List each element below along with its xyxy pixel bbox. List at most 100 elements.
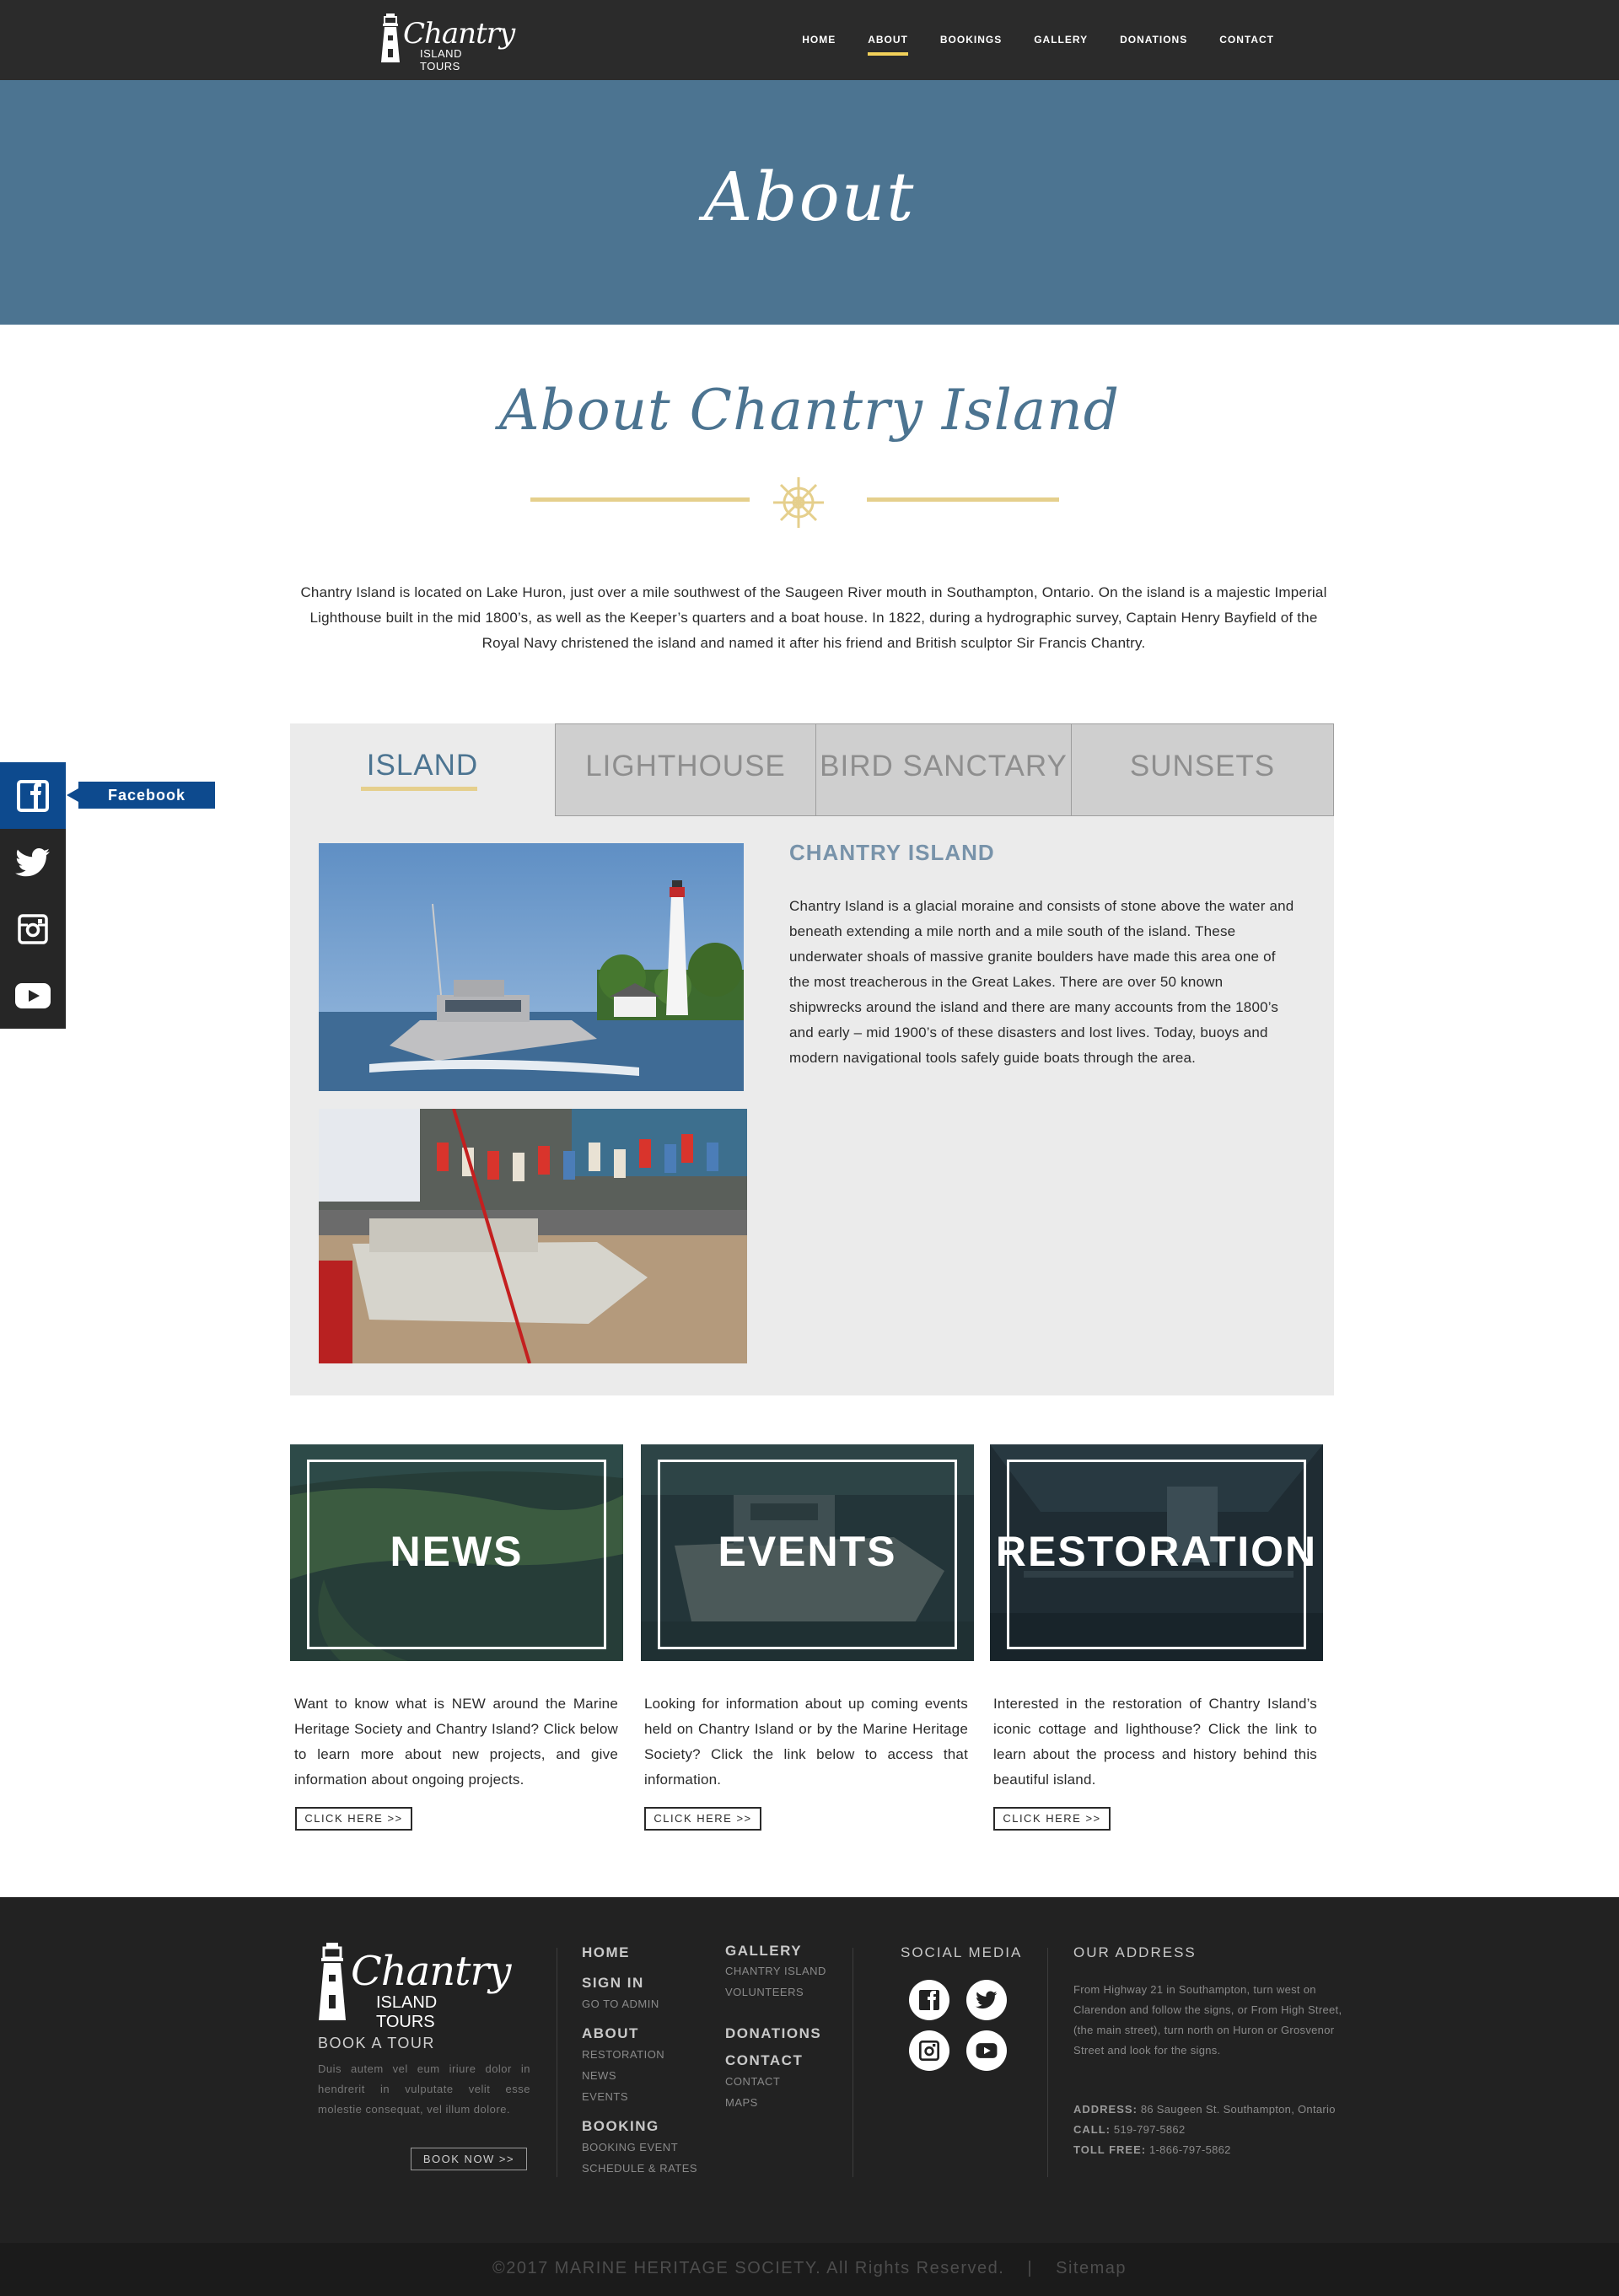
copyright-bar: ©2017 MARINE HERITAGE SOCIETY. All Right… xyxy=(0,2243,1619,2296)
facebook-icon xyxy=(17,779,49,812)
news-card[interactable]: NEWS xyxy=(290,1444,623,1661)
book-tour-heading: BOOK A TOUR xyxy=(318,2035,435,2051)
address-label: ADDRESS: xyxy=(1073,2103,1138,2116)
footer-contact[interactable]: CONTACT xyxy=(725,2052,803,2069)
panel-heading: CHANTRY ISLAND xyxy=(789,840,995,865)
footer-facebook-link[interactable] xyxy=(909,1980,949,2020)
news-card-title: NEWS xyxy=(390,1528,524,1575)
address-line: ADDRESS: 86 Saugeen St. Southampton, Ont… xyxy=(1073,2103,1336,2116)
events-card[interactable]: EVENTS xyxy=(641,1444,974,1661)
tab-lighthouse[interactable]: LIGHTHOUSE xyxy=(555,723,816,816)
section-title: About Chantry Island xyxy=(498,378,1120,443)
toll-free-value[interactable]: 1-866-797-5862 xyxy=(1149,2143,1231,2156)
footer-logo-subtitle: ISLAND TOURS xyxy=(376,1993,438,2031)
events-card-text: Looking for information about up coming … xyxy=(644,1696,968,1788)
youtube-icon xyxy=(976,2043,998,2058)
footer-divider xyxy=(1047,1948,1048,2177)
twitter-link[interactable] xyxy=(0,829,66,895)
our-address-heading: OUR ADDRESS xyxy=(1073,1944,1197,1960)
facebook-link[interactable] xyxy=(0,762,66,829)
footer-about[interactable]: ABOUT xyxy=(582,2025,639,2042)
copyright-text-row: ©2017 MARINE HERITAGE SOCIETY. All Right… xyxy=(0,2259,1619,2278)
main-nav: HOME ABOUT BOOKINGS GALLERY DONATIONS CO… xyxy=(786,0,1290,80)
address-directions: From Highway 21 in Southampton, turn wes… xyxy=(1073,1983,1342,2057)
sitemap-link[interactable]: Sitemap xyxy=(1056,2259,1127,2277)
tab-sunsets[interactable]: SUNSETS xyxy=(1071,723,1334,816)
social-media-heading: SOCIAL MEDIA xyxy=(901,1944,1023,1960)
restoration-card[interactable]: RESTORATION xyxy=(990,1444,1323,1661)
nav-home[interactable]: HOME xyxy=(786,0,852,80)
tabs-section: ISLAND LIGHTHOUSE BIRD SANCTARY SUNSETS xyxy=(290,723,1334,1395)
footer-instagram-link[interactable] xyxy=(909,2030,949,2071)
footer-twitter-link[interactable] xyxy=(966,1980,1007,2020)
call-line: CALL: 519-797-5862 xyxy=(1073,2123,1185,2136)
footer-logo-word: Chantry xyxy=(351,1948,512,1995)
footer-booking-event[interactable]: BOOKING EVENT xyxy=(582,2141,678,2154)
facebook-icon xyxy=(919,1990,939,2010)
instagram-icon xyxy=(919,2041,939,2061)
footer-logo[interactable]: Chantry ISLAND TOURS xyxy=(317,1941,512,2034)
restoration-card-title: RESTORATION xyxy=(995,1528,1318,1575)
footer-chantry-island[interactable]: CHANTRY ISLAND xyxy=(725,1965,826,1977)
call-value[interactable]: 519-797-5862 xyxy=(1114,2123,1186,2136)
book-now-button[interactable]: BOOK NOW >> xyxy=(411,2148,527,2170)
youtube-icon xyxy=(15,982,51,1008)
lighthouse-icon xyxy=(381,13,400,62)
news-click-button[interactable]: CLICK HERE >> xyxy=(295,1807,412,1831)
facebook-tooltip: Facebook xyxy=(67,782,215,809)
twitter-icon xyxy=(976,1991,998,2009)
page-title: About xyxy=(703,158,916,236)
events-click-button[interactable]: CLICK HERE >> xyxy=(644,1807,761,1831)
news-card-text: Want to know what is NEW around the Mari… xyxy=(294,1696,618,1788)
footer-home[interactable]: HOME xyxy=(582,1944,630,1961)
copyright-text: ©2017 MARINE HERITAGE SOCIETY. All Right… xyxy=(492,2259,1005,2277)
site-logo[interactable]: Chantry ISLAND TOURS xyxy=(379,12,515,73)
intro-paragraph: Chantry Island is located on Lake Huron,… xyxy=(300,584,1327,651)
footer-contact-link[interactable]: CONTACT xyxy=(725,2075,780,2088)
footer-youtube-link[interactable] xyxy=(966,2030,1007,2071)
footer-events[interactable]: EVENTS xyxy=(582,2090,628,2103)
nav-contact[interactable]: CONTACT xyxy=(1203,0,1290,80)
events-card-title: EVENTS xyxy=(718,1528,897,1575)
social-sidebar xyxy=(0,762,66,1029)
footer-go-to-admin[interactable]: GO TO ADMIN xyxy=(582,1998,659,2010)
footer-schedule-rates[interactable]: SCHEDULE & RATES xyxy=(582,2162,697,2175)
divider-right xyxy=(867,497,1059,502)
nav-about[interactable]: ABOUT xyxy=(852,0,924,80)
site-footer: Chantry ISLAND TOURS BOOK A TOUR Duis au… xyxy=(0,1897,1619,2243)
toll-free-line: TOLL FREE: 1-866-797-5862 xyxy=(1073,2143,1231,2156)
logo-subtitle: ISLAND TOURS xyxy=(420,47,462,73)
tab-bird-sanctary[interactable]: BIRD SANCTARY xyxy=(815,723,1072,816)
tab-active-underline xyxy=(361,787,477,791)
tab-island[interactable]: ISLAND xyxy=(290,723,555,816)
tab-island-label: ISLAND xyxy=(366,749,479,782)
address-value: 86 Saugeen St. Southampton, Ontario xyxy=(1140,2103,1336,2116)
toll-free-label: TOLL FREE: xyxy=(1073,2143,1147,2156)
call-label: CALL: xyxy=(1073,2123,1111,2136)
nav-donations[interactable]: DONATIONS xyxy=(1104,0,1203,80)
top-navbar: Chantry ISLAND TOURS HOME ABOUT BOOKINGS… xyxy=(0,0,1619,80)
instagram-icon xyxy=(18,913,48,944)
footer-donations[interactable]: DONATIONS xyxy=(725,2025,821,2042)
youtube-link[interactable] xyxy=(0,962,66,1029)
footer-booking[interactable]: BOOKING xyxy=(582,2118,659,2135)
logo-word: Chantry xyxy=(403,17,515,51)
footer-gallery[interactable]: GALLERY xyxy=(725,1943,802,1960)
footer-volunteers[interactable]: VOLUNTEERS xyxy=(725,1986,804,1998)
hero-banner: About xyxy=(0,80,1619,325)
footer-maps[interactable]: MAPS xyxy=(725,2096,758,2109)
twitter-icon xyxy=(15,847,51,876)
dock-crowd-photo xyxy=(319,1109,747,1363)
footer-news[interactable]: NEWS xyxy=(582,2069,616,2082)
restoration-card-text: Interested in the restoration of Chantry… xyxy=(993,1696,1317,1788)
restoration-click-button[interactable]: CLICK HERE >> xyxy=(993,1807,1111,1831)
footer-restoration[interactable]: RESTORATION xyxy=(582,2048,664,2061)
nav-bookings[interactable]: BOOKINGS xyxy=(924,0,1018,80)
panel-text: Chantry Island is a glacial moraine and … xyxy=(789,898,1294,1066)
lighthouse-icon xyxy=(319,1943,346,2020)
copyright-separator: | xyxy=(1027,2259,1034,2277)
footer-sign-in[interactable]: SIGN IN xyxy=(582,1975,644,1992)
instagram-link[interactable] xyxy=(0,895,66,962)
nav-gallery[interactable]: GALLERY xyxy=(1018,0,1104,80)
ship-wheel-icon xyxy=(773,477,824,528)
